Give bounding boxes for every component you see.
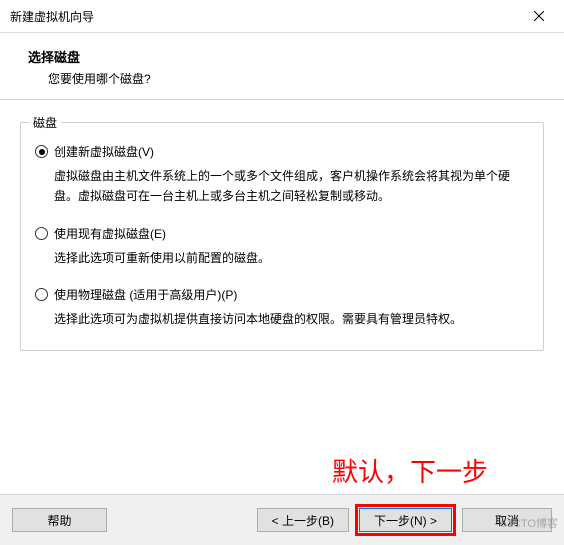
radio-row[interactable]: 创建新虚拟磁盘(V) bbox=[35, 143, 529, 160]
button-bar: 帮助 < 上一步(B) 下一步(N) > 取消 bbox=[0, 494, 564, 545]
close-icon bbox=[534, 11, 544, 21]
radio-option-use-physical: 使用物理磁盘 (适用于高级用户)(P) 选择此选项可为虚拟机提供直接访问本地硬盘… bbox=[35, 286, 529, 329]
radio-option-create-new: 创建新虚拟磁盘(V) 虚拟磁盘由主机文件系统上的一个或多个文件组成，客户机操作系… bbox=[35, 143, 529, 207]
radio-label: 使用物理磁盘 (适用于高级用户)(P) bbox=[54, 286, 237, 303]
next-button[interactable]: 下一步(N) > bbox=[359, 508, 452, 532]
help-button[interactable]: 帮助 bbox=[12, 508, 107, 532]
radio-description: 选择此选项可为虚拟机提供直接访问本地硬盘的权限。需要具有管理员特权。 bbox=[35, 309, 529, 329]
radio-description: 虚拟磁盘由主机文件系统上的一个或多个文件组成，客户机操作系统会将其视为单个硬盘。… bbox=[35, 166, 529, 207]
annotation-text: 默认，下一步 bbox=[332, 452, 488, 489]
window-title: 新建虚拟机向导 bbox=[10, 8, 94, 25]
button-group: < 上一步(B) 下一步(N) > 取消 bbox=[257, 504, 552, 536]
cancel-button[interactable]: 取消 bbox=[462, 508, 552, 532]
radio-input-create-new[interactable] bbox=[35, 145, 48, 158]
radio-row[interactable]: 使用现有虚拟磁盘(E) bbox=[35, 225, 529, 242]
radio-label: 创建新虚拟磁盘(V) bbox=[54, 143, 154, 160]
next-button-highlight: 下一步(N) > bbox=[355, 504, 456, 536]
radio-input-use-existing[interactable] bbox=[35, 227, 48, 240]
close-button[interactable] bbox=[524, 6, 554, 26]
page-title: 选择磁盘 bbox=[28, 47, 544, 66]
radio-input-use-physical[interactable] bbox=[35, 288, 48, 301]
back-button[interactable]: < 上一步(B) bbox=[257, 508, 349, 532]
radio-description: 选择此选项可重新使用以前配置的磁盘。 bbox=[35, 248, 529, 268]
wizard-header: 选择磁盘 您要使用哪个磁盘? bbox=[0, 33, 564, 99]
radio-row[interactable]: 使用物理磁盘 (适用于高级用户)(P) bbox=[35, 286, 529, 303]
titlebar: 新建虚拟机向导 bbox=[0, 0, 564, 33]
page-subtitle: 您要使用哪个磁盘? bbox=[28, 70, 544, 87]
content-area: 磁盘 创建新虚拟磁盘(V) 虚拟磁盘由主机文件系统上的一个或多个文件组成，客户机… bbox=[0, 100, 564, 361]
radio-option-use-existing: 使用现有虚拟磁盘(E) 选择此选项可重新使用以前配置的磁盘。 bbox=[35, 225, 529, 268]
fieldset-legend: 磁盘 bbox=[29, 114, 61, 131]
radio-label: 使用现有虚拟磁盘(E) bbox=[54, 225, 166, 242]
disk-fieldset: 磁盘 创建新虚拟磁盘(V) 虚拟磁盘由主机文件系统上的一个或多个文件组成，客户机… bbox=[20, 122, 544, 351]
